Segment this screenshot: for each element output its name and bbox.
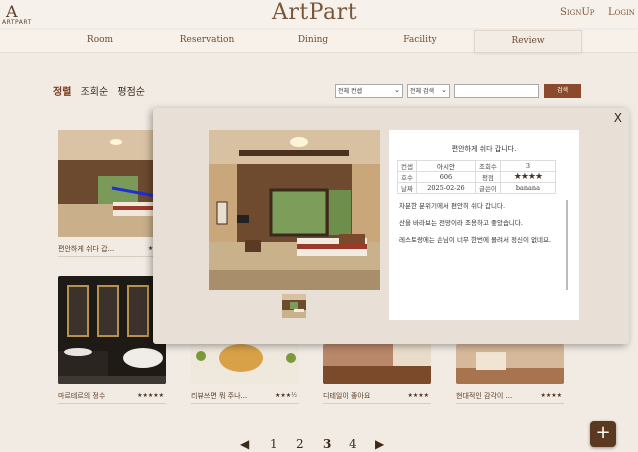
page-2[interactable]: 2	[296, 437, 304, 451]
nav-dining[interactable]: Dining	[268, 30, 358, 51]
author-label: 글쓴이	[474, 182, 501, 194]
header: A ARTPART ArtPart SignUp Login	[0, 0, 638, 28]
card-caption: 현대적인 감각이 ... ★★★★	[456, 389, 564, 404]
card-image[interactable]	[191, 344, 299, 384]
date-value: 2025-02-26	[415, 182, 476, 194]
nav-reservation[interactable]: Reservation	[162, 30, 252, 51]
sort-rating[interactable]: 평점순	[117, 87, 145, 98]
login-link[interactable]: Login	[608, 7, 635, 18]
review-main-image	[209, 130, 380, 290]
sort-default[interactable]: 정렬	[53, 87, 71, 98]
card-caption: 리뷰쓰면 뭐 주나... ★★★½	[191, 389, 299, 404]
search-type-value: 전체 검색	[410, 88, 434, 95]
signup-link[interactable]: SignUp	[560, 7, 594, 18]
next-page-button[interactable]: ▶	[375, 437, 384, 451]
card-image[interactable]	[456, 344, 564, 384]
card-rating: ★★★½	[275, 392, 297, 399]
search-button[interactable]: 검색	[544, 84, 581, 98]
views-value: 3	[499, 160, 556, 172]
nav-room[interactable]: Room	[55, 30, 145, 51]
prev-page-button[interactable]: ◀	[240, 437, 249, 451]
review-paragraph: 레스토랑에는 손님이 너무 한번에 몰려서 정신이 없네요.	[399, 236, 552, 244]
concept-select-value: 전체 컨셉	[338, 88, 362, 95]
search-type-select[interactable]: 전체 검색 ⌄	[407, 84, 450, 98]
card-caption: 마르테르의 정수 ★★★★★	[58, 389, 166, 404]
rating-value: ★★★★	[499, 171, 556, 183]
review-thumbnail[interactable]	[282, 294, 306, 318]
brand-title[interactable]: ArtPart	[272, 0, 357, 25]
card-title: 현대적인 감각이 ...	[456, 392, 513, 400]
card-title: 편안하게 쉬다 갑...	[58, 245, 115, 253]
review-scrollbar[interactable]	[566, 200, 568, 290]
review-modal: X 편안하게 쉬다 갑니다. 컨셉 아시안 조회수 3 호수 606 평점 ★★…	[153, 108, 629, 344]
add-review-button[interactable]: +	[590, 421, 616, 447]
concept-value: 아시안	[415, 160, 476, 172]
nav-facility[interactable]: Facility	[375, 30, 465, 51]
sort-options: 정렬 조회순 평점순	[53, 83, 151, 98]
search-input[interactable]	[454, 84, 539, 98]
room-label: 호수	[397, 171, 417, 183]
page-3[interactable]: 3	[323, 437, 331, 451]
review-info-table: 컨셉 아시안 조회수 3 호수 606 평점 ★★★★ 날짜 2025-02-2…	[397, 160, 556, 194]
sort-views[interactable]: 조회순	[81, 87, 109, 98]
card-caption: 디테일이 좋아요 ★★★★	[323, 389, 431, 404]
chevron-down-icon: ⌄	[394, 86, 400, 94]
views-label: 조회수	[474, 160, 501, 172]
close-button[interactable]: X	[614, 111, 622, 125]
concept-select[interactable]: 전체 컨셉 ⌄	[335, 84, 403, 98]
card-rating: ★★★★	[407, 392, 429, 399]
review-paragraph: 산을 바라보는 전망이라 조용하고 좋았습니다.	[399, 219, 523, 227]
review-paragraph: 차분한 분위기에서 편안히 쉬다 갑니다.	[399, 202, 506, 210]
logo[interactable]: A ARTPART	[2, 2, 32, 26]
card-rating: ★★★★★	[137, 392, 164, 399]
rating-label: 평점	[474, 171, 501, 183]
date-label: 날짜	[397, 182, 417, 194]
card-title: 리뷰쓰면 뭐 주나...	[191, 392, 248, 400]
card-title: 마르테르의 정수	[58, 392, 106, 400]
concept-label: 컨셉	[397, 160, 417, 172]
card-caption: 편안하게 쉬다 갑... ★★★	[58, 242, 166, 257]
review-title: 편안하게 쉬다 갑니다.	[451, 145, 517, 153]
main-nav: Room Reservation Dining Facility Review	[0, 30, 638, 53]
card-image[interactable]	[323, 344, 431, 384]
logo-text: ARTPART	[2, 19, 32, 26]
nav-review[interactable]: Review	[474, 30, 582, 53]
chevron-down-icon: ⌄	[441, 86, 447, 94]
author-value: banana	[499, 182, 556, 194]
card-rating: ★★★★	[540, 392, 562, 399]
review-detail-panel: 편안하게 쉬다 갑니다. 컨셉 아시안 조회수 3 호수 606 평점 ★★★★…	[389, 130, 579, 320]
card-image[interactable]	[58, 276, 166, 384]
page-1[interactable]: 1	[270, 437, 278, 451]
room-value: 606	[415, 171, 476, 183]
review-body: 차분한 분위기에서 편안히 쉬다 갑니다. 산을 바라보는 전망이라 조용하고 …	[399, 202, 569, 253]
card-title: 디테일이 좋아요	[323, 392, 371, 400]
page-4[interactable]: 4	[349, 437, 357, 451]
